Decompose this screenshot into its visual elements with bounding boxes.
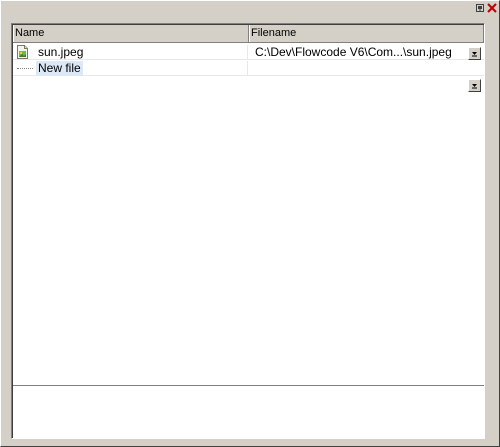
file-list-panel: Name Filename sun.jpeg C:\Dev\Flowcode V… — [11, 23, 485, 439]
column-header-name[interactable]: Name — [13, 25, 249, 42]
filename-dropdown-button[interactable] — [468, 79, 481, 92]
name-cell[interactable]: sun.jpeg — [13, 45, 248, 60]
chevron-down-icon — [472, 84, 477, 89]
close-icon[interactable] — [486, 2, 498, 14]
image-file-icon — [16, 45, 29, 59]
file-path[interactable]: C:\Dev\Flowcode V6\Com...\sun.jpeg — [255, 45, 452, 60]
filename-cell[interactable]: C:\Dev\Flowcode V6\Com...\sun.jpeg — [249, 45, 484, 60]
chevron-down-icon — [472, 52, 477, 57]
list-item[interactable]: sun.jpeg C:\Dev\Flowcode V6\Com...\sun.j… — [13, 45, 484, 60]
tree-connector — [17, 68, 33, 69]
new-file-item[interactable]: New file — [36, 61, 83, 76]
list-item[interactable]: New file — [13, 61, 484, 92]
name-cell[interactable]: New file — [13, 61, 248, 76]
filename-dropdown-button[interactable] — [468, 47, 481, 60]
details-pane — [13, 388, 484, 437]
file-list: sun.jpeg C:\Dev\Flowcode V6\Com...\sun.j… — [13, 44, 484, 384]
filename-cell[interactable] — [249, 61, 484, 76]
pin-icon[interactable] — [474, 2, 486, 14]
column-header: Name Filename — [13, 25, 484, 43]
file-list-window: Name Filename sun.jpeg C:\Dev\Flowcode V… — [0, 0, 500, 447]
file-name[interactable]: sun.jpeg — [36, 45, 85, 60]
column-header-filename[interactable]: Filename — [249, 25, 484, 42]
title-bar — [1, 1, 499, 16]
splitter[interactable] — [13, 385, 484, 387]
